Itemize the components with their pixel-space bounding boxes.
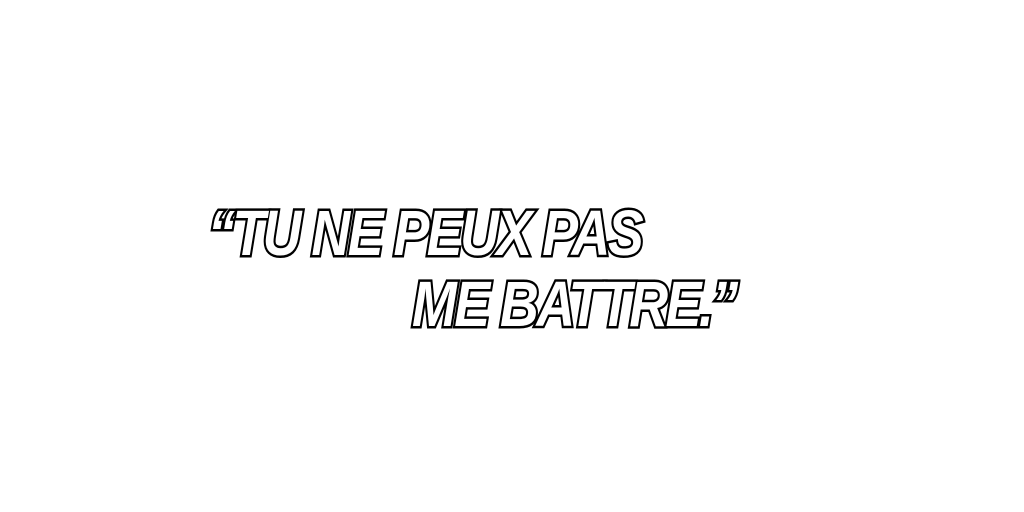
quote-line-1: “TU NE PEUX PAS bbox=[206, 197, 646, 269]
quote-canvas: “TU NE PEUX PAS ME BATTRE.” bbox=[0, 0, 1024, 512]
quote-line-2: ME BATTRE.” bbox=[410, 268, 740, 340]
